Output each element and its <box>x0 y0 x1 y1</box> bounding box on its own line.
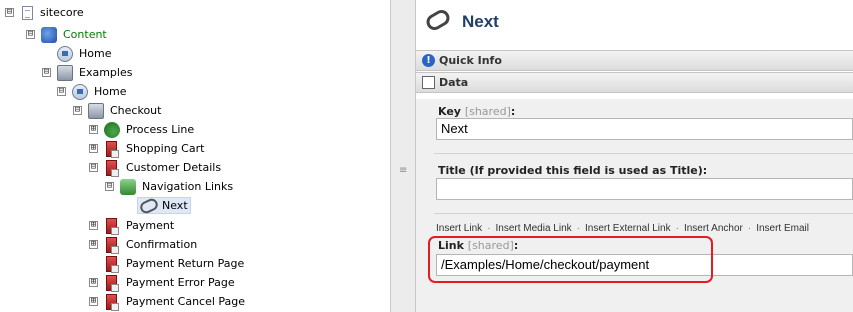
expand-icon[interactable]: ⊞ <box>89 221 98 230</box>
tree-node-label: Home <box>94 85 127 98</box>
tree-node-examples[interactable]: ⊟ Examples <box>42 63 134 82</box>
section-title: Data <box>439 76 469 89</box>
link-icon <box>138 196 160 215</box>
highlight-annotation <box>428 236 713 283</box>
tree-node-navigation-links[interactable]: ⊟ Navigation Links <box>105 177 235 196</box>
section-quick-info[interactable]: ! Quick Info <box>416 50 853 71</box>
shared-tag: [shared] <box>464 105 511 118</box>
tree-node-label: Payment Cancel Page <box>126 295 246 308</box>
tree-node-label: Examples <box>79 66 133 79</box>
key-field-label: Key [shared]: <box>438 105 515 118</box>
home-icon <box>72 83 88 100</box>
field-name: Key <box>438 105 461 118</box>
field-divider <box>434 153 853 154</box>
collapse-icon[interactable]: ⊟ <box>89 163 98 172</box>
grip-icon: ≡ <box>399 165 408 176</box>
tree-node-payment-cancel-page[interactable]: ⊞ Payment Cancel Page <box>89 292 247 311</box>
tree-node-label: sitecore <box>40 6 84 19</box>
insert-anchor-button[interactable]: Insert Anchor <box>684 223 743 234</box>
insert-email-button[interactable]: Insert Email <box>756 223 809 234</box>
tree-node-payment-error-page[interactable]: ⊞ Payment Error Page <box>89 273 237 292</box>
tree-node-next[interactable]: Next <box>137 196 191 215</box>
separator: · <box>487 223 491 234</box>
tree-node-label: Customer Details <box>126 161 222 174</box>
tree-node-label: Navigation Links <box>142 180 234 193</box>
colon: : <box>510 105 516 118</box>
content-icon <box>41 26 57 43</box>
tree-node-label: Process Line <box>126 123 195 136</box>
tree-node-confirmation[interactable]: ⊞ Confirmation <box>89 235 199 254</box>
page-icon <box>106 140 119 158</box>
title-field-label: Title (If provided this field is used as… <box>438 164 708 177</box>
page-icon <box>106 159 119 177</box>
tree-node-content[interactable]: ⊟ Content <box>26 25 109 44</box>
tree-node-label: Payment Return Page <box>126 257 245 270</box>
tree-node-label: Checkout <box>110 104 162 117</box>
process-icon <box>104 121 120 138</box>
tree-node-label: Payment <box>126 219 175 232</box>
info-icon: ! <box>422 54 435 67</box>
tree-node-label: Content <box>63 28 107 41</box>
item-title: Next <box>462 12 499 31</box>
collapse-icon[interactable]: ⊟ <box>26 30 35 39</box>
collapse-icon[interactable]: ⊟ <box>57 87 66 96</box>
folder-stack-icon <box>57 64 73 81</box>
collapse-icon[interactable]: ⊟ <box>73 106 82 115</box>
expand-icon[interactable]: ⊞ <box>89 297 98 306</box>
tree-node-label: Home <box>79 47 112 60</box>
home-icon <box>57 45 73 62</box>
content-tree: ⊟ sitecore ⊟ Content Home ⊟ Examples ⊟ H… <box>0 0 390 312</box>
section-data[interactable]: Data <box>416 72 853 93</box>
separator: · <box>747 223 752 234</box>
content-editor: Next ! Quick Info Data Key [shared]: Nex… <box>416 0 853 312</box>
folder-stack-icon <box>88 102 104 119</box>
link-toolbar: Insert Link · Insert Media Link · Insert Ext… <box>436 223 809 234</box>
data-section-icon <box>422 76 435 89</box>
page-icon <box>106 217 119 235</box>
document-icon <box>22 5 33 20</box>
section-title: Quick Info <box>439 54 502 67</box>
title-input[interactable] <box>436 178 853 200</box>
tree-node-process-line[interactable]: ⊞ Process Line <box>89 120 196 139</box>
expand-icon[interactable]: ⊞ <box>89 125 98 134</box>
navigation-links-icon <box>120 178 136 195</box>
expand-icon[interactable]: ⊞ <box>89 278 98 287</box>
tree-node-shopping-cart[interactable]: ⊞ Shopping Cart <box>89 139 206 158</box>
page-icon <box>106 236 119 254</box>
collapse-icon[interactable]: ⊟ <box>5 8 14 17</box>
expand-icon[interactable]: ⊞ <box>89 144 98 153</box>
item-header: Next <box>416 0 853 50</box>
insert-link-button[interactable]: Insert Link <box>436 223 482 234</box>
pane-splitter[interactable]: ≡ <box>390 0 416 312</box>
separator: · <box>675 223 679 234</box>
field-divider <box>434 213 853 214</box>
collapse-icon[interactable]: ⊟ <box>105 182 114 191</box>
link-icon <box>423 7 453 33</box>
tree-node-label: Shopping Cart <box>126 142 205 155</box>
tree-node-customer-details[interactable]: ⊟ Customer Details <box>89 158 223 177</box>
tree-node-label: Next <box>162 199 188 212</box>
key-input[interactable]: Next <box>436 118 853 140</box>
data-section-body: Key [shared]: Next Title (If provided th… <box>416 99 853 312</box>
insert-external-link-button[interactable]: Insert External Link <box>585 223 671 234</box>
insert-media-link-button[interactable]: Insert Media Link <box>495 223 571 234</box>
selected-node[interactable]: Next <box>137 196 191 215</box>
tree-node-payment-return-page[interactable]: Payment Return Page <box>104 254 246 273</box>
separator: · <box>576 223 580 234</box>
page-icon <box>106 255 119 273</box>
tree-node-payment[interactable]: ⊞ Payment <box>89 216 176 235</box>
tree-node-sitecore[interactable]: ⊟ sitecore <box>5 3 86 22</box>
tree-node-label: Payment Error Page <box>126 276 235 289</box>
expand-icon[interactable]: ⊞ <box>89 240 98 249</box>
tree-node-checkout[interactable]: ⊟ Checkout <box>73 101 163 120</box>
collapse-icon[interactable]: ⊟ <box>42 68 51 77</box>
tree-node-home[interactable]: Home <box>57 44 113 63</box>
tree-node-label: Confirmation <box>126 238 198 251</box>
page-icon <box>106 293 119 311</box>
tree-node-examples-home[interactable]: ⊟ Home <box>57 82 128 101</box>
page-icon <box>106 274 119 292</box>
